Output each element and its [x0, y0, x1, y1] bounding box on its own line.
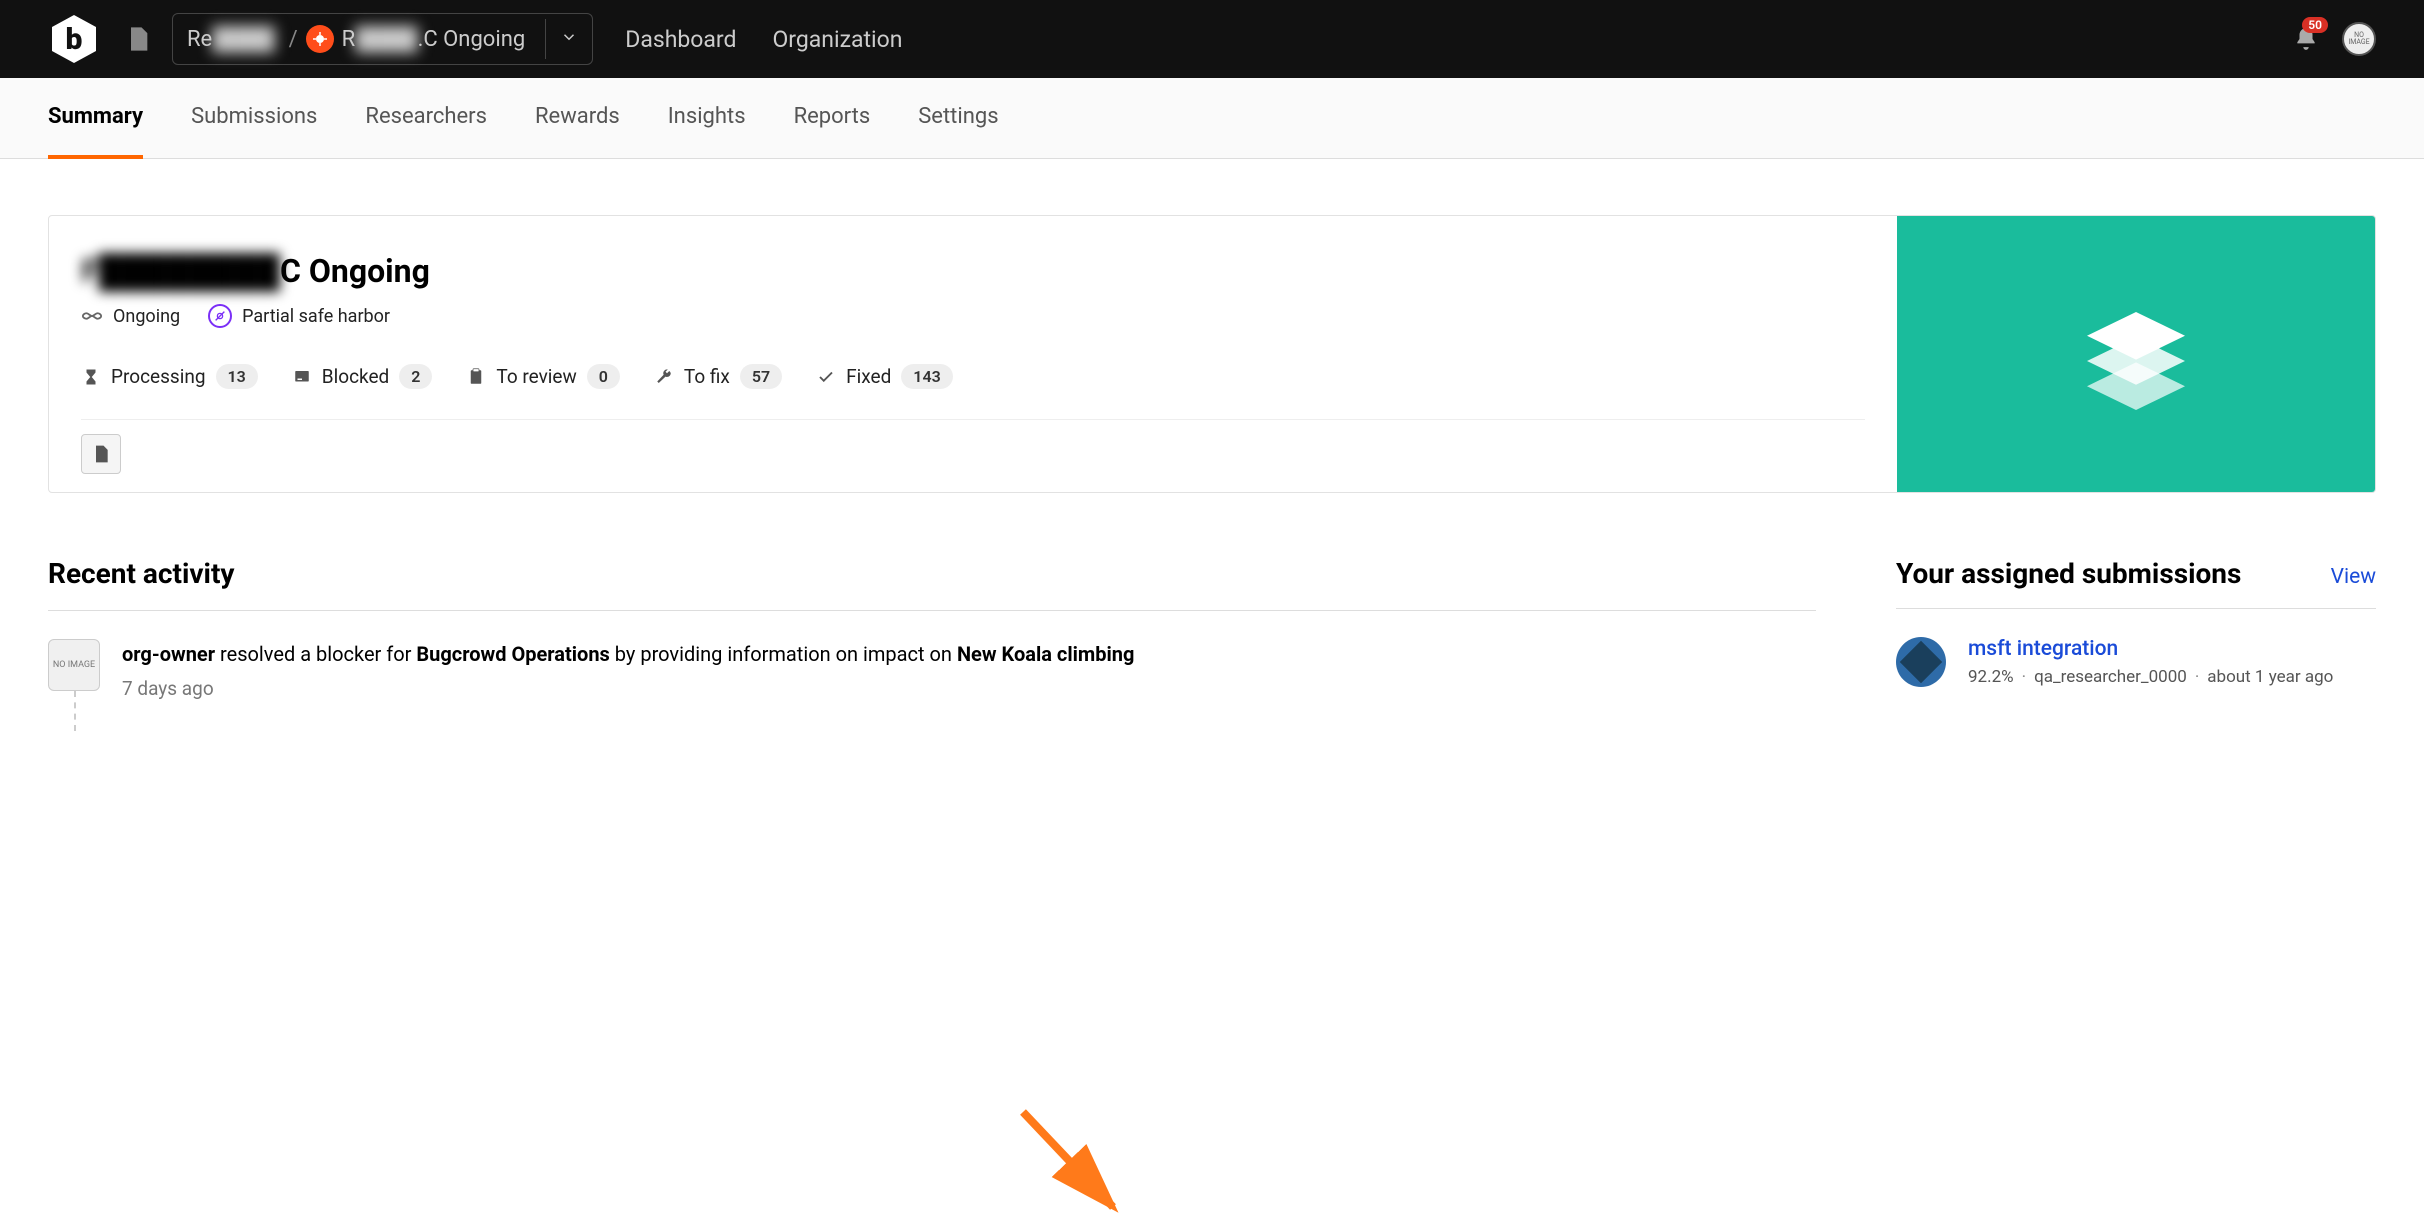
program-hero-image	[1897, 216, 2375, 492]
stat-fixed-count: 143	[901, 364, 952, 389]
view-all-link[interactable]: View	[2331, 565, 2376, 589]
recent-activity-section: Recent activity NO IMAGE org-owner resol…	[48, 557, 1816, 731]
svg-text:b: b	[66, 22, 83, 57]
stat-to-fix-count: 57	[740, 364, 782, 389]
breadcrumb-divider	[545, 19, 546, 59]
stat-to-review[interactable]: To review 0	[466, 364, 620, 389]
blocked-icon	[292, 367, 312, 387]
submission-title[interactable]: msft integration	[1968, 637, 2333, 661]
notifications-count: 50	[2302, 17, 2328, 33]
stat-to-fix[interactable]: To fix 57	[654, 364, 782, 389]
eye-slash-icon	[208, 304, 232, 328]
bugcrowd-logo[interactable]: b	[48, 13, 100, 65]
breadcrumb-separator: /	[289, 27, 298, 52]
activity-item: NO IMAGE org-owner resolved a blocker fo…	[48, 639, 1816, 731]
recent-activity-heading: Recent activity	[48, 557, 1816, 590]
assigned-item[interactable]: msft integration 92.2%·qa_researcher_000…	[1896, 637, 2376, 687]
left-column: F████████C Ongoing Ongoing Partial safe …	[48, 215, 2376, 731]
tab-rewards[interactable]: Rewards	[535, 78, 620, 158]
stat-processing[interactable]: Processing 13	[81, 364, 258, 389]
program-title: F████████C Ongoing	[81, 252, 1865, 290]
stat-processing-count: 13	[216, 364, 258, 389]
tab-submissions[interactable]: Submissions	[191, 78, 317, 158]
content: F████████C Ongoing Ongoing Partial safe …	[0, 159, 2424, 787]
stat-fixed[interactable]: Fixed 143	[816, 364, 953, 389]
safe-harbor-label: Partial safe harbor	[242, 306, 390, 327]
topbar: b Re████ / R████.C Ongoing Dashboard Org…	[0, 0, 2424, 78]
brief-button[interactable]	[81, 434, 121, 474]
check-icon	[816, 367, 836, 387]
activity-timestamp: 7 days ago	[122, 677, 1134, 700]
annotation-arrow	[1018, 1107, 1138, 1231]
activity-avatar: NO IMAGE	[48, 639, 100, 691]
stat-to-review-count: 0	[587, 364, 620, 389]
tab-summary[interactable]: Summary	[48, 78, 143, 159]
tab-settings[interactable]: Settings	[918, 78, 998, 158]
layers-icon	[2066, 284, 2206, 424]
breadcrumb-org: Re████	[187, 26, 275, 52]
tab-insights[interactable]: Insights	[668, 78, 746, 158]
activity-text: org-owner resolved a blocker for Bugcrow…	[122, 639, 1134, 669]
wrench-icon	[654, 367, 674, 387]
hourglass-icon	[81, 367, 101, 387]
tab-researchers[interactable]: Researchers	[365, 78, 487, 158]
assigned-submissions-section: Your assigned submissions View msft inte…	[1896, 557, 2376, 731]
tabbar: Summary Submissions Researchers Rewards …	[0, 78, 2424, 159]
stat-blocked[interactable]: Blocked 2	[292, 364, 433, 389]
status-label: Ongoing	[113, 306, 180, 327]
submission-avatar	[1896, 637, 1946, 687]
status-ongoing: Ongoing	[81, 305, 180, 327]
stats-row: Processing 13 Blocked 2 To review 0	[81, 364, 1865, 389]
top-nav: Dashboard Organization	[625, 26, 902, 53]
document-icon[interactable]	[124, 25, 152, 53]
topbar-right: 50 NO IMAGE	[2290, 22, 2376, 56]
nav-organization[interactable]: Organization	[772, 26, 902, 53]
stat-blocked-count: 2	[399, 364, 432, 389]
bug-icon	[306, 25, 334, 53]
submission-meta: 92.2%·qa_researcher_0000·about 1 year ag…	[1968, 667, 2333, 687]
infinity-icon	[81, 305, 103, 327]
tab-reports[interactable]: Reports	[794, 78, 871, 158]
breadcrumb-program: R████.C Ongoing	[342, 26, 526, 52]
notifications-button[interactable]: 50	[2290, 23, 2322, 55]
assigned-heading: Your assigned submissions	[1896, 557, 2241, 590]
safe-harbor: Partial safe harbor	[208, 304, 390, 328]
program-hero-card: F████████C Ongoing Ongoing Partial safe …	[48, 215, 2376, 493]
breadcrumb[interactable]: Re████ / R████.C Ongoing	[172, 13, 593, 65]
chevron-down-icon[interactable]	[560, 28, 578, 50]
nav-dashboard[interactable]: Dashboard	[625, 26, 736, 53]
user-avatar[interactable]: NO IMAGE	[2342, 22, 2376, 56]
clipboard-icon	[466, 367, 486, 387]
